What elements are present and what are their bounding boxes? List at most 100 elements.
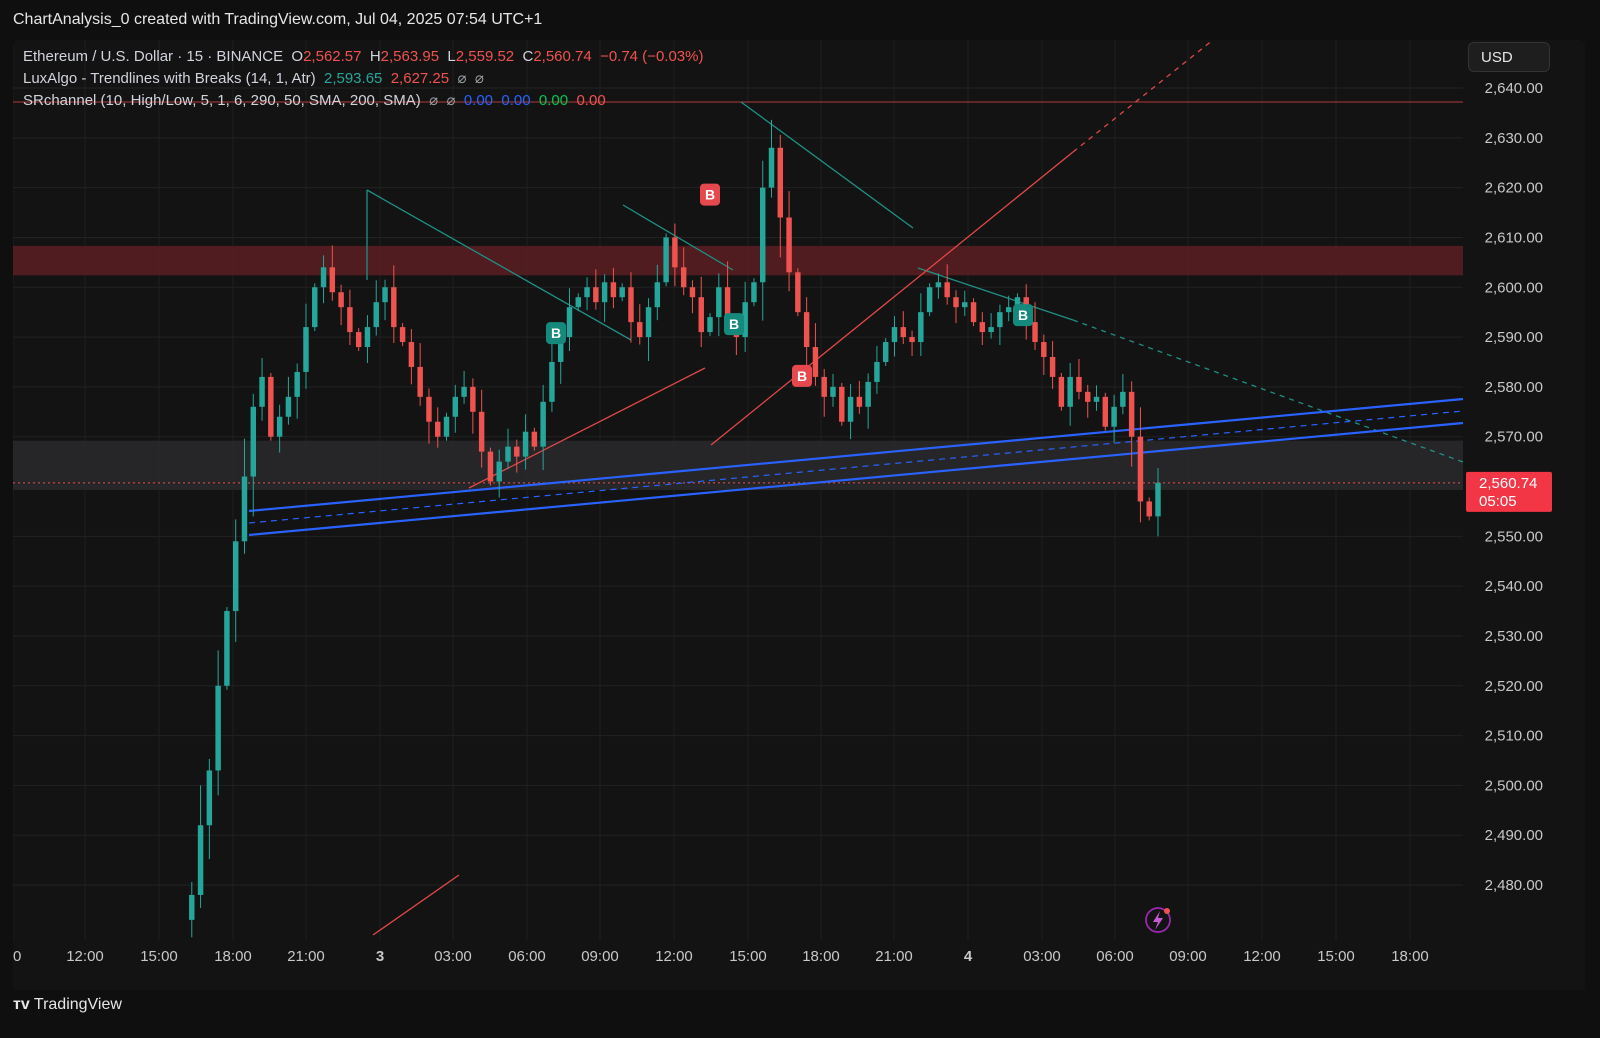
candle-body [803, 312, 810, 348]
candle-body [768, 147, 775, 188]
candle-body [672, 237, 678, 268]
indicator-1-name[interactable]: LuxAlgo - Trendlines with Breaks (14, 1,… [23, 70, 316, 87]
candle-body [1085, 391, 1091, 402]
candle-body [364, 327, 371, 348]
candle-body [812, 347, 819, 377]
legend-row-symbol: Ethereum / U.S. Dollar · 15 · BINANCE O2… [23, 46, 703, 68]
eye-off-icon[interactable]: ⌀ [475, 70, 484, 87]
candle-body [856, 396, 863, 407]
x-tick-label: 06:00 [1096, 948, 1134, 965]
candle-body [549, 361, 555, 402]
y-tick-label: 2,600.00 [1485, 279, 1543, 296]
candle-body [926, 287, 933, 313]
candle-body [1058, 376, 1065, 407]
sell-signal-badge-label: B [797, 368, 807, 384]
candle-body [962, 302, 968, 308]
eye-off-icon[interactable]: ⌀ [446, 92, 455, 109]
candle-body [777, 147, 784, 218]
currency-button[interactable]: USD [1468, 42, 1550, 72]
y-tick-label: 2,530.00 [1485, 628, 1543, 645]
candle-body [522, 431, 529, 457]
candle-body [760, 187, 766, 283]
candle-body [347, 307, 353, 333]
candle-body [408, 342, 415, 367]
candle-body [830, 386, 836, 397]
candle-body [716, 287, 722, 318]
legend-close-value: 2,560.74 [533, 48, 592, 65]
candle-body [680, 267, 687, 288]
candle-body [795, 272, 801, 313]
candle-body [268, 376, 274, 437]
candle-body [944, 282, 950, 298]
legend-low-label: L [447, 48, 456, 65]
candle-body [698, 297, 704, 333]
y-tick-label: 2,630.00 [1485, 130, 1543, 147]
eye-off-icon[interactable]: ⌀ [429, 92, 438, 109]
candle-body [1128, 391, 1135, 437]
legend-symbol[interactable]: Ethereum / U.S. Dollar · 15 · BINANCE [23, 48, 283, 65]
candle-body [707, 317, 713, 333]
candle-body [970, 302, 977, 323]
candle-body [847, 396, 854, 422]
legend-open-value: 2,562.57 [303, 48, 362, 65]
x-tick-label: 15:00 [1317, 948, 1355, 965]
legend-open-label: O [291, 48, 304, 65]
legend-row-indicator-2: SRchannel (10, High/Low, 5, 1, 6, 290, 5… [23, 90, 703, 112]
chart-frame[interactable]: 2,640.00 2,630.00 2,620.00 2,610.00 2,600.00… [13, 40, 1585, 992]
candle-body [575, 297, 581, 308]
candle-body [259, 376, 265, 407]
candle-body [874, 361, 880, 382]
candle-body [988, 327, 994, 333]
x-tick-label: 09:00 [1169, 948, 1207, 965]
candle-body [505, 446, 511, 462]
indicator-1-value-2: 2,627.25 [390, 70, 450, 87]
candle-body [953, 297, 959, 308]
last-price-tag-value: 2,560.74 [1479, 475, 1537, 492]
candle-body [250, 406, 256, 477]
x-tick-label: 21:00 [875, 948, 913, 965]
snapshot-title: ChartAnalysis_0 created with TradingView… [13, 11, 543, 28]
y-tick-label: 2,490.00 [1485, 827, 1543, 844]
candle-body [241, 476, 248, 542]
candle-body [355, 332, 362, 348]
indicator-2-value-4: 0.00 [576, 92, 606, 109]
candle-body [443, 416, 450, 437]
buy-signal-badge-label: B [551, 325, 561, 341]
candle-body [373, 302, 379, 328]
candle-body [1067, 376, 1073, 407]
y-tick-label: 2,610.00 [1485, 229, 1543, 246]
footer [0, 990, 1600, 1038]
y-tick-label: 2,620.00 [1485, 180, 1543, 197]
y-tick-label: 2,580.00 [1485, 379, 1543, 396]
candle-body [224, 611, 230, 686]
x-tick-label: 18:00 [1391, 948, 1429, 965]
candle-body [1146, 501, 1152, 517]
candle-body [645, 307, 652, 338]
candle-body [461, 386, 467, 397]
legend-low-value: 2,559.52 [455, 48, 515, 65]
candle-body [997, 312, 1003, 328]
resistance-zone [13, 245, 1463, 276]
candle-body [303, 327, 309, 372]
candle-body [1032, 322, 1038, 343]
tradingview-logo[interactable]: ᴛᴠ TradingView [13, 996, 122, 1014]
x-tick-label: 4 [964, 948, 973, 965]
plot-background [13, 40, 1585, 992]
eye-off-icon[interactable]: ⌀ [457, 70, 466, 87]
x-tick-label: 00 [13, 948, 21, 965]
notification-dot [1164, 908, 1170, 914]
indicator-2-name[interactable]: SRchannel (10, High/Low, 5, 1, 6, 290, 5… [23, 92, 421, 109]
chart-canvas[interactable]: 2,640.00 2,630.00 2,620.00 2,610.00 2,600.00… [13, 40, 1585, 992]
candle-body [1076, 376, 1082, 392]
candle-body [382, 287, 388, 303]
tradingview-logo-text: TradingView [33, 996, 122, 1013]
indicator-2-value-2: 0.00 [501, 92, 531, 109]
candle-body [531, 431, 538, 447]
candle-body [584, 287, 590, 298]
y-tick-label: 2,520.00 [1485, 678, 1543, 695]
indicator-2-value-1: 0.00 [463, 92, 494, 109]
candle-body [786, 217, 792, 273]
x-tick-label: 15:00 [729, 948, 767, 965]
candle-body [215, 685, 221, 771]
x-tick-label: 03:00 [434, 948, 472, 965]
